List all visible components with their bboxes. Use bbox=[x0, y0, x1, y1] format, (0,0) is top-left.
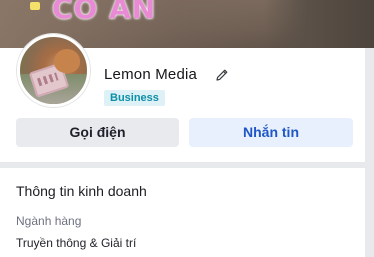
call-button[interactable]: Gọi điện bbox=[16, 118, 179, 147]
profile-name: Lemon Media bbox=[104, 66, 198, 83]
cover-sticker bbox=[30, 2, 40, 10]
business-info-title: Thông tin kinh doanh bbox=[16, 183, 147, 199]
pencil-icon[interactable] bbox=[214, 67, 230, 83]
avatar[interactable] bbox=[17, 34, 90, 107]
industry-value: Truyền thông & Giải trí bbox=[16, 236, 137, 250]
cover-text: CÔ ẢN bbox=[52, 0, 157, 25]
business-badge: Business bbox=[104, 90, 165, 106]
avatar-dog bbox=[54, 49, 80, 73]
message-button[interactable]: Nhắn tin bbox=[189, 118, 353, 147]
industry-label: Ngành hàng bbox=[16, 214, 82, 228]
panel-edge bbox=[365, 48, 374, 257]
